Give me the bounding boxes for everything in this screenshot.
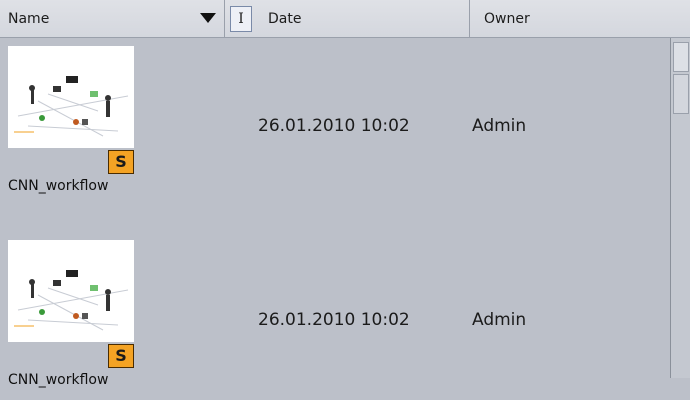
- shared-badge: S: [108, 150, 134, 174]
- file-name[interactable]: CNN_workflow: [8, 372, 135, 388]
- file-list: S CNN_workflow 26.01.2010 10:02 Admin S …: [0, 38, 670, 388]
- workflow-thumbnail[interactable]: [8, 46, 134, 148]
- workflow-diagram-icon: [8, 46, 134, 148]
- column-header-date-label: Date: [268, 11, 302, 27]
- cell-date: 26.01.2010 10:02: [258, 116, 410, 136]
- file-name[interactable]: CNN_workflow: [8, 178, 135, 194]
- scroll-thumb[interactable]: [673, 74, 689, 114]
- scroll-up-button[interactable]: [673, 42, 689, 72]
- vertical-scrollbar[interactable]: [670, 38, 690, 378]
- cell-owner: Admin: [472, 310, 527, 330]
- column-header-name[interactable]: Name: [0, 0, 225, 38]
- column-header-bar: Name I Date Owner: [0, 0, 690, 38]
- cell-date: 26.01.2010 10:02: [258, 310, 410, 330]
- column-resize-handle[interactable]: I: [230, 6, 252, 32]
- workflow-diagram-icon: [8, 240, 134, 342]
- sort-descending-icon[interactable]: [200, 13, 216, 23]
- workflow-thumbnail[interactable]: [8, 240, 134, 342]
- list-item[interactable]: S CNN_workflow 26.01.2010 10:02 Admin: [0, 240, 670, 400]
- column-header-owner-label: Owner: [484, 11, 530, 27]
- list-item[interactable]: S CNN_workflow 26.01.2010 10:02 Admin: [0, 46, 670, 206]
- column-header-name-label: Name: [8, 11, 50, 27]
- column-header-owner[interactable]: Owner: [470, 0, 690, 38]
- shared-badge: S: [108, 344, 134, 368]
- cell-owner: Admin: [472, 116, 527, 136]
- column-header-date[interactable]: Date: [260, 0, 470, 38]
